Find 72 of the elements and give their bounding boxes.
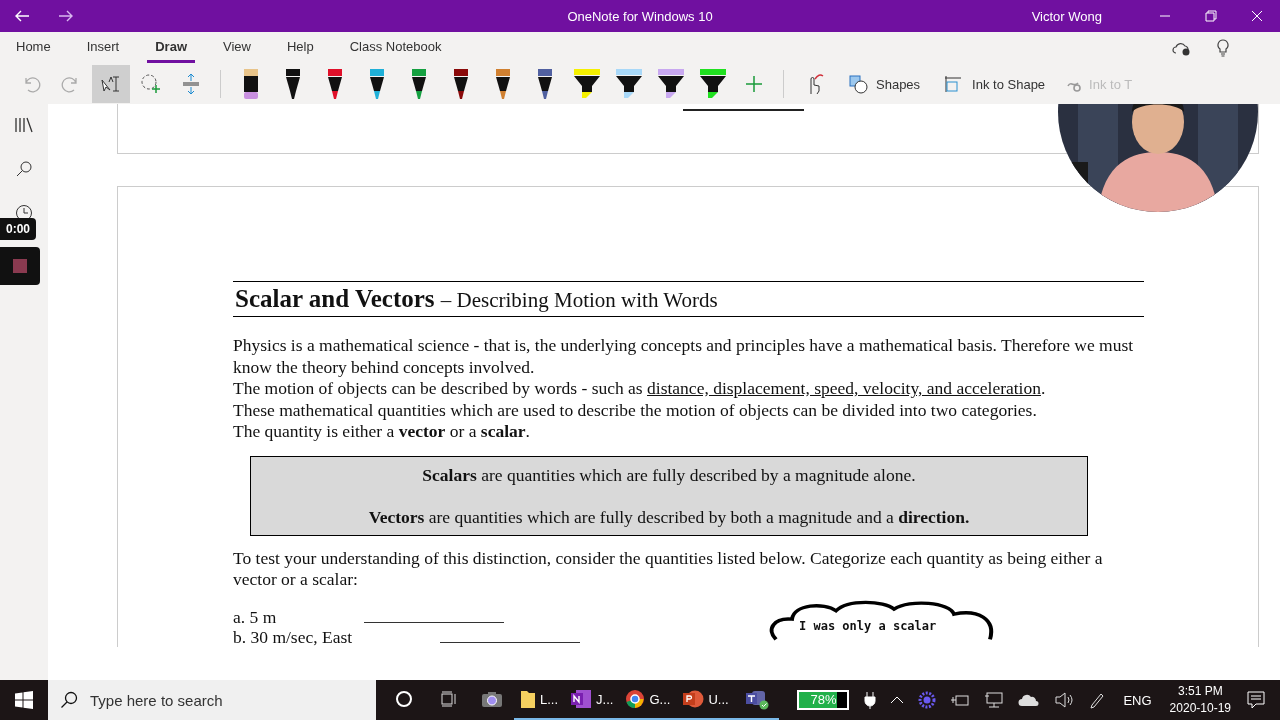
- network-icon[interactable]: [984, 691, 1005, 709]
- document-heading: Scalar and Vectors – Describing Motion with Words: [233, 281, 1144, 317]
- pen-icon: [283, 67, 303, 101]
- question-item: a. 5 m: [233, 606, 277, 627]
- pen-icon: [493, 67, 513, 101]
- pen-icon: [451, 67, 471, 101]
- pen-icon: [325, 67, 345, 101]
- ribbon-tab[interactable]: View: [215, 33, 259, 63]
- cloud-sync-icon[interactable]: [1172, 40, 1192, 56]
- paragraph: The motion of objects can be described by words - such as distance, displacement, speed, velocity, and acceleration.: [233, 378, 1047, 400]
- ink-to-shape-button[interactable]: Ink to Shape: [934, 70, 1054, 98]
- forward-icon[interactable]: [58, 8, 74, 24]
- lightbulb-icon[interactable]: [1216, 39, 1230, 57]
- pen-icon: [409, 67, 429, 101]
- pencil-icon: [241, 67, 261, 101]
- paragraph: Physics is a mathematical science - that is, the underlying concepts and principles have a mathematical basis. Therefore we must know the theory behind concepts involved.: [233, 335, 1135, 378]
- paragraph: These mathematical quantities which are used to describe the motion of objects can be divided into two categories.: [233, 399, 1038, 421]
- definition-text: Vectors are quantities which are fully described by both a magnitude and a direction.: [367, 506, 971, 527]
- clock-time[interactable]: 3:51 PM: [1177, 683, 1223, 700]
- recording-timer: 0:00: [0, 218, 37, 240]
- taskbar-app[interactable]: L...: [514, 680, 565, 720]
- ribbon-tab[interactable]: Draw: [147, 33, 195, 63]
- search-icon[interactable]: [15, 160, 33, 178]
- ribbon-tab[interactable]: Help: [278, 33, 322, 63]
- taskbar-app[interactable]: J...: [564, 680, 620, 720]
- taskbar-app[interactable]: G...: [619, 680, 677, 720]
- windows-start-icon[interactable]: [15, 691, 33, 709]
- power-icon[interactable]: [950, 692, 971, 708]
- close-icon[interactable]: [1251, 10, 1263, 22]
- ribbon-tab[interactable]: Insert: [78, 33, 128, 63]
- pen-icon: [535, 67, 555, 101]
- highlighter-icon: [614, 67, 644, 101]
- folder-icon: [520, 689, 536, 709]
- type-select-button[interactable]: [92, 65, 130, 103]
- stop-recording-button[interactable]: [0, 247, 40, 285]
- user-name[interactable]: Victor Wong: [1031, 8, 1102, 24]
- ribbon-tab[interactable]: Home: [8, 33, 59, 63]
- paragraph: To test your understanding of this distinction, consider the quantities listed below. Categorize each quantity as being either a vector or a scalar:: [233, 547, 1104, 591]
- chevron-up-icon[interactable]: [890, 695, 905, 705]
- definition-text: Scalars are quantities which are fully described by a magnitude alone.: [421, 464, 917, 485]
- taskbar-search-field[interactable]: Type here to search: [48, 680, 376, 720]
- highlighter-icon: [572, 67, 602, 101]
- volume-icon[interactable]: [1054, 691, 1075, 709]
- cloud-icon[interactable]: [1018, 693, 1041, 707]
- taskbar-app[interactable]: U...: [676, 680, 735, 720]
- language-indicator[interactable]: ENG: [1123, 692, 1152, 708]
- notebook-app-icon: [570, 689, 593, 709]
- shapes-button[interactable]: Shapes: [840, 70, 929, 98]
- shapes-icon: [848, 74, 868, 94]
- question-item: b. 30 m/sec, East: [233, 626, 353, 647]
- restore-icon[interactable]: [1205, 10, 1217, 22]
- pen-icon: [367, 67, 387, 101]
- lasso-icon: [140, 73, 162, 95]
- window-title: OneNote for Windows 10: [567, 8, 713, 24]
- circle-icon: [395, 690, 413, 708]
- notebooks-icon[interactable]: [14, 116, 34, 134]
- ribbon-tab[interactable]: Class Notebook: [341, 33, 450, 63]
- cloud-text: I was only a scalar: [799, 618, 937, 633]
- insert-space-icon: [181, 73, 201, 95]
- back-icon[interactable]: [14, 8, 30, 24]
- slides-app-icon: [682, 689, 705, 709]
- browser-icon: [625, 689, 646, 709]
- paragraph: The quantity is either a vector or a scalar.: [233, 421, 531, 443]
- plug-icon[interactable]: [864, 691, 877, 709]
- highlighter-icon: [698, 67, 728, 101]
- highlighter-icon: [656, 67, 686, 101]
- clock-date[interactable]: 2020-10-19: [1169, 700, 1231, 717]
- flower-icon[interactable]: [918, 691, 937, 709]
- task-view-icon: [439, 690, 457, 708]
- camera-icon: [481, 690, 503, 708]
- notifications-icon[interactable]: [1246, 690, 1266, 710]
- team-chat-icon: [744, 688, 769, 710]
